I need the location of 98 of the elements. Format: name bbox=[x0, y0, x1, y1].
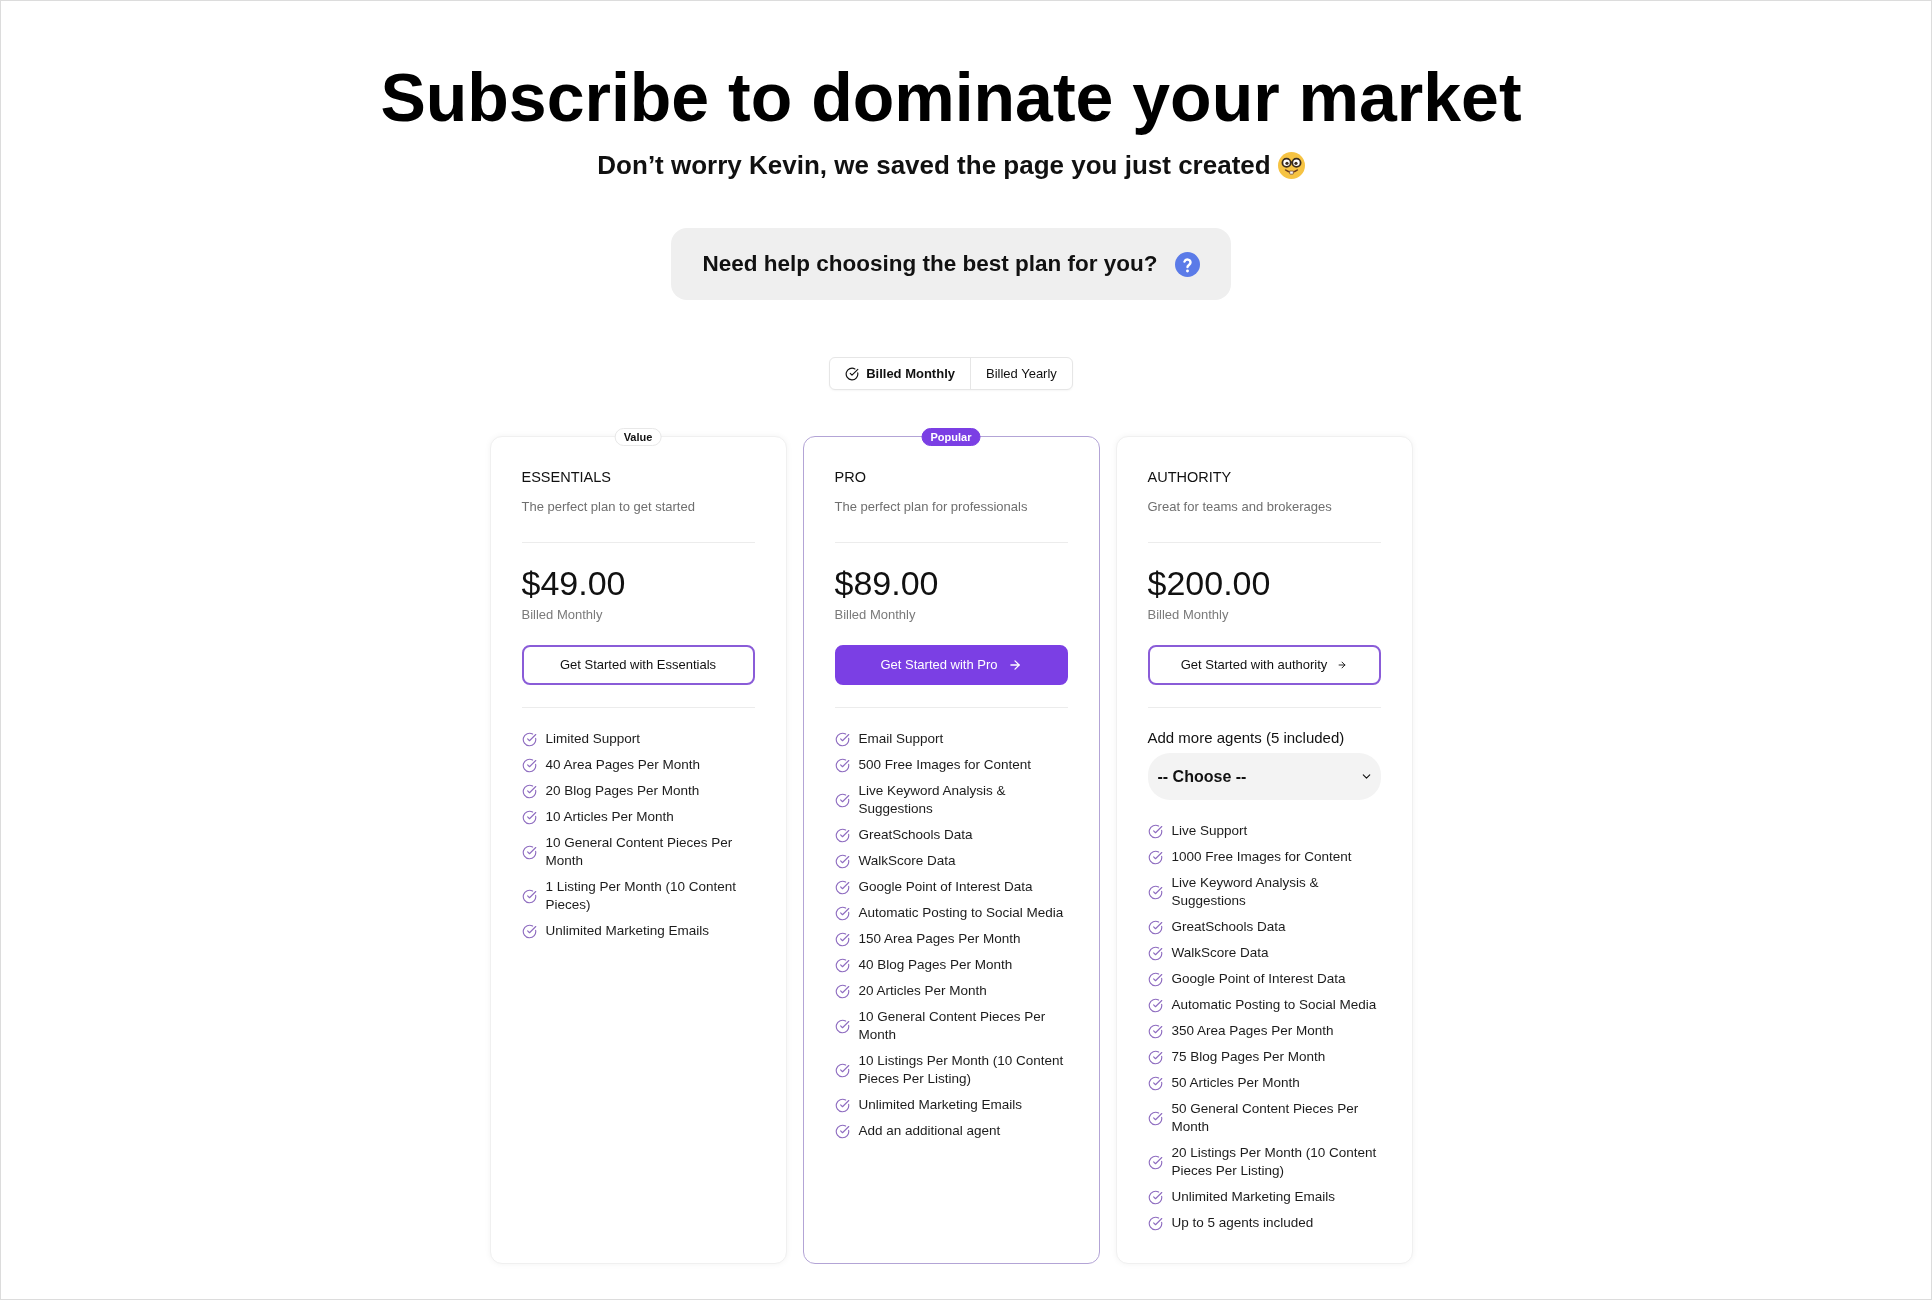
check-circle-icon bbox=[834, 1123, 850, 1139]
feature-text: GreatSchools Data bbox=[858, 826, 973, 844]
check-circle-icon bbox=[834, 731, 850, 747]
get-started-button[interactable]: Get Started with authority bbox=[1147, 645, 1381, 685]
feature-text: GreatSchools Data bbox=[1171, 918, 1286, 936]
agents-label: Add more agents (5 included) bbox=[1147, 728, 1346, 748]
feature-text: 1000 Free Images for Content bbox=[1171, 848, 1352, 866]
feature-text: 150 Area Pages Per Month bbox=[858, 930, 1021, 948]
check-circle-icon bbox=[834, 879, 850, 895]
check-circle-icon bbox=[1147, 945, 1163, 961]
feature-text: 10 General Content Pieces Per Month bbox=[858, 1008, 1047, 1044]
plan-badge: Popular bbox=[921, 428, 981, 446]
feature-text: Unlimited Marketing Emails bbox=[545, 922, 710, 940]
feature-text: 40 Area Pages Per Month bbox=[545, 756, 701, 774]
help-button[interactable]: Need help choosing the best plan for you? bbox=[671, 228, 1231, 300]
feature-text: Unlimited Marketing Emails bbox=[858, 1096, 1023, 1114]
page-subtitle: Don’t worry Kevin, we saved the page you just created bbox=[597, 149, 1271, 181]
check-circle-icon bbox=[521, 731, 537, 747]
billing-period: Billed Monthly bbox=[521, 606, 604, 624]
check-circle-icon bbox=[1147, 1189, 1163, 1205]
feature-text: 50 General Content Pieces Per Month bbox=[1171, 1100, 1360, 1136]
check-circle-icon bbox=[521, 757, 537, 773]
check-circle-icon bbox=[521, 923, 537, 939]
feature-text: Live Support bbox=[1171, 822, 1248, 840]
feature-text: WalkScore Data bbox=[1171, 944, 1269, 962]
feature-text: Add an additional agent bbox=[858, 1122, 1001, 1140]
check-circle-icon bbox=[1147, 1110, 1163, 1126]
feature-text: Up to 5 agents included bbox=[1171, 1214, 1314, 1232]
feature-text: 10 Articles Per Month bbox=[545, 808, 674, 826]
check-circle-icon bbox=[834, 1062, 850, 1078]
check-circle-icon bbox=[845, 366, 860, 381]
check-circle-icon bbox=[834, 853, 850, 869]
get-started-button[interactable]: Get Started with Essentials bbox=[521, 645, 755, 685]
check-circle-icon bbox=[1147, 1075, 1163, 1091]
plan-name: PRO bbox=[834, 468, 867, 487]
feature-text: 500 Free Images for Content bbox=[858, 756, 1032, 774]
page-title: Subscribe to dominate your market bbox=[380, 58, 1522, 136]
feature-text: 350 Area Pages Per Month bbox=[1171, 1022, 1334, 1040]
feature-text: Live Keyword Analysis & Suggestions bbox=[858, 782, 1007, 818]
feature-text: Limited Support bbox=[545, 730, 641, 748]
feature-text: 20 Blog Pages Per Month bbox=[545, 782, 700, 800]
feature-text: 75 Blog Pages Per Month bbox=[1171, 1048, 1326, 1066]
plan-price: $200.00 bbox=[1147, 563, 1272, 603]
plan-description: The perfect plan for professionals bbox=[834, 498, 1029, 516]
check-circle-icon bbox=[834, 983, 850, 999]
arrow-right-icon bbox=[1337, 660, 1348, 670]
feature-text: 20 Listings Per Month (10 Content Pieces Per Listing) bbox=[1171, 1144, 1378, 1180]
feature-text: 10 Listings Per Month (10 Content Pieces Per Listing) bbox=[858, 1052, 1065, 1088]
feature-text: 1 Listing Per Month (10 Content Pieces) bbox=[545, 878, 738, 914]
check-circle-icon bbox=[834, 905, 850, 921]
plan-name: AUTHORITY bbox=[1147, 468, 1233, 487]
check-circle-icon bbox=[1147, 1215, 1163, 1231]
plan-description: The perfect plan to get started bbox=[521, 498, 696, 516]
plan-price: $89.00 bbox=[834, 563, 940, 603]
plan-badge: Value bbox=[614, 428, 662, 446]
check-circle-icon bbox=[834, 957, 850, 973]
check-circle-icon bbox=[1147, 849, 1163, 865]
check-circle-icon bbox=[834, 792, 850, 808]
check-circle-icon bbox=[1147, 997, 1163, 1013]
feature-text: Automatic Posting to Social Media bbox=[1171, 996, 1377, 1014]
check-circle-icon bbox=[834, 931, 850, 947]
check-circle-icon bbox=[1147, 1023, 1163, 1039]
check-circle-icon bbox=[521, 844, 537, 860]
feature-text: Google Point of Interest Data bbox=[1171, 970, 1346, 988]
check-circle-icon bbox=[521, 783, 537, 799]
feature-text: Live Keyword Analysis & Suggestions bbox=[1171, 874, 1320, 910]
feature-text: Automatic Posting to Social Media bbox=[858, 904, 1064, 922]
check-circle-icon bbox=[1147, 1049, 1163, 1065]
billing-tab[interactable]: Billed Monthly bbox=[830, 358, 970, 389]
check-circle-icon bbox=[1147, 919, 1163, 935]
nerd-face-icon bbox=[1277, 151, 1305, 179]
check-circle-icon bbox=[834, 827, 850, 843]
check-circle-icon bbox=[1147, 971, 1163, 987]
feature-text: 40 Blog Pages Per Month bbox=[858, 956, 1013, 974]
billing-period: Billed Monthly bbox=[834, 606, 917, 624]
feature-text: WalkScore Data bbox=[858, 852, 956, 870]
plan-name: ESSENTIALS bbox=[521, 468, 612, 487]
feature-text: 10 General Content Pieces Per Month bbox=[545, 834, 734, 870]
feature-text: Email Support bbox=[858, 730, 944, 748]
check-circle-icon bbox=[834, 757, 850, 773]
feature-text: Google Point of Interest Data bbox=[858, 878, 1033, 896]
check-circle-icon bbox=[1147, 823, 1163, 839]
billing-period: Billed Monthly bbox=[1147, 606, 1230, 624]
check-circle-icon bbox=[521, 888, 537, 904]
get-started-button[interactable]: Get Started with Pro bbox=[834, 645, 1068, 685]
plan-description: Great for teams and brokerages bbox=[1147, 498, 1333, 516]
feature-text: 20 Articles Per Month bbox=[858, 982, 987, 1000]
feature-text: Unlimited Marketing Emails bbox=[1171, 1188, 1336, 1206]
billing-tab[interactable]: Billed Yearly bbox=[970, 358, 1072, 389]
check-circle-icon bbox=[1147, 1154, 1163, 1170]
plan-price: $49.00 bbox=[521, 563, 627, 603]
agents-select[interactable]: -- Choose -- bbox=[1147, 753, 1381, 800]
check-circle-icon bbox=[834, 1018, 850, 1034]
check-circle-icon bbox=[834, 1097, 850, 1113]
check-circle-icon bbox=[521, 809, 537, 825]
feature-text: 50 Articles Per Month bbox=[1171, 1074, 1300, 1092]
help-icon bbox=[1174, 251, 1200, 277]
check-circle-icon bbox=[1147, 884, 1163, 900]
